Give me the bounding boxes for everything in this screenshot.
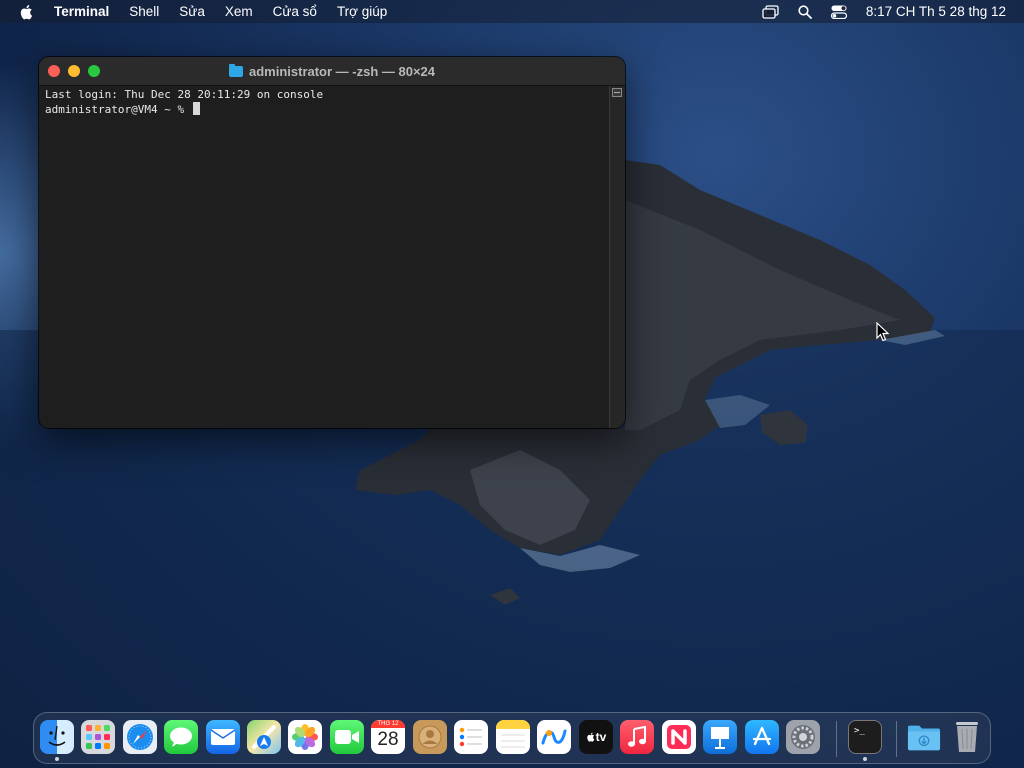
control-center-icon[interactable] xyxy=(822,0,856,23)
dock-terminal-icon[interactable]: >_ xyxy=(848,720,882,754)
appletv-label: tv xyxy=(595,730,607,744)
dock-launchpad-icon[interactable] xyxy=(81,720,115,754)
apple-menu-icon[interactable] xyxy=(0,4,52,20)
dock-appstore-icon[interactable] xyxy=(745,720,779,754)
window-title: administrator — -zsh — 80×24 xyxy=(228,63,436,79)
menu-bar: Terminal Shell Sửa Xem Cửa sổ Trợ giúp 8… xyxy=(0,0,1024,23)
menu-edit[interactable]: Sửa xyxy=(169,4,215,19)
split-pane-icon[interactable] xyxy=(612,88,622,97)
dock-music-icon[interactable] xyxy=(620,720,654,754)
window-titlebar[interactable]: administrator — -zsh — 80×24 xyxy=(39,57,625,86)
terminal-prompt-line[interactable]: administrator@VM4 ~ % xyxy=(45,102,603,117)
menu-bar-clock[interactable]: 8:17 CH Th 5 28 thg 12 xyxy=(856,4,1006,19)
menu-shell[interactable]: Shell xyxy=(119,4,169,19)
calendar-day-label: 28 xyxy=(377,729,399,750)
dock-separator xyxy=(896,721,897,757)
terminal-running-indicator xyxy=(863,757,867,761)
dock-notes-icon[interactable] xyxy=(496,720,530,754)
dock-separator xyxy=(836,721,837,757)
terminal-cursor xyxy=(192,102,200,115)
dock-news-icon[interactable] xyxy=(662,720,696,754)
dock-messages-icon[interactable] xyxy=(164,720,198,754)
dock-photos-icon[interactable] xyxy=(288,720,322,754)
dock-finder-icon[interactable] xyxy=(40,720,74,754)
dock-facetime-icon[interactable] xyxy=(330,720,364,754)
terminal-scrollbar[interactable] xyxy=(609,86,625,428)
terminal-output[interactable]: Last login: Thu Dec 28 20:11:29 on conso… xyxy=(39,86,609,428)
dock-maps-icon[interactable] xyxy=(247,720,281,754)
dock-calendar-icon[interactable]: THG 12 28 xyxy=(371,720,405,754)
terminal-prompt: administrator@VM4 ~ % xyxy=(45,103,191,116)
dock-mail-icon[interactable] xyxy=(206,720,240,754)
menu-help[interactable]: Trợ giúp xyxy=(327,4,397,19)
dock-freeform-icon[interactable] xyxy=(537,720,571,754)
dock: THG 12 28 tv >_ xyxy=(33,712,991,764)
finder-running-indicator xyxy=(55,757,59,761)
dock-appletv-icon[interactable]: tv xyxy=(579,720,613,754)
dock-keynote-icon[interactable] xyxy=(703,720,737,754)
terminal-line-last-login: Last login: Thu Dec 28 20:11:29 on conso… xyxy=(45,88,324,101)
window-title-text: administrator — -zsh — 80×24 xyxy=(248,63,436,79)
close-window-button[interactable] xyxy=(48,65,60,77)
calendar-month-label: THG 12 xyxy=(371,720,405,728)
dock-downloads-folder-icon[interactable] xyxy=(907,720,941,754)
minimize-window-button[interactable] xyxy=(68,65,80,77)
app-menu-terminal[interactable]: Terminal xyxy=(52,4,119,19)
menu-view[interactable]: Xem xyxy=(215,4,263,19)
mouse-pointer-icon xyxy=(876,322,890,342)
dock-trash-icon[interactable] xyxy=(950,720,984,754)
terminal-glyph: >_ xyxy=(854,726,865,736)
dock-safari-icon[interactable] xyxy=(123,720,157,754)
terminal-window: administrator — -zsh — 80×24 Last login:… xyxy=(39,57,625,428)
dock-contacts-icon[interactable] xyxy=(413,720,447,754)
dock-reminders-icon[interactable] xyxy=(454,720,488,754)
spotlight-search-icon[interactable] xyxy=(788,0,822,23)
zoom-window-button[interactable] xyxy=(88,65,100,77)
menu-window[interactable]: Cửa sổ xyxy=(263,4,327,19)
dock-system-settings-icon[interactable] xyxy=(786,720,820,754)
screen-mirroring-icon[interactable] xyxy=(754,0,788,23)
folder-icon xyxy=(228,63,243,77)
